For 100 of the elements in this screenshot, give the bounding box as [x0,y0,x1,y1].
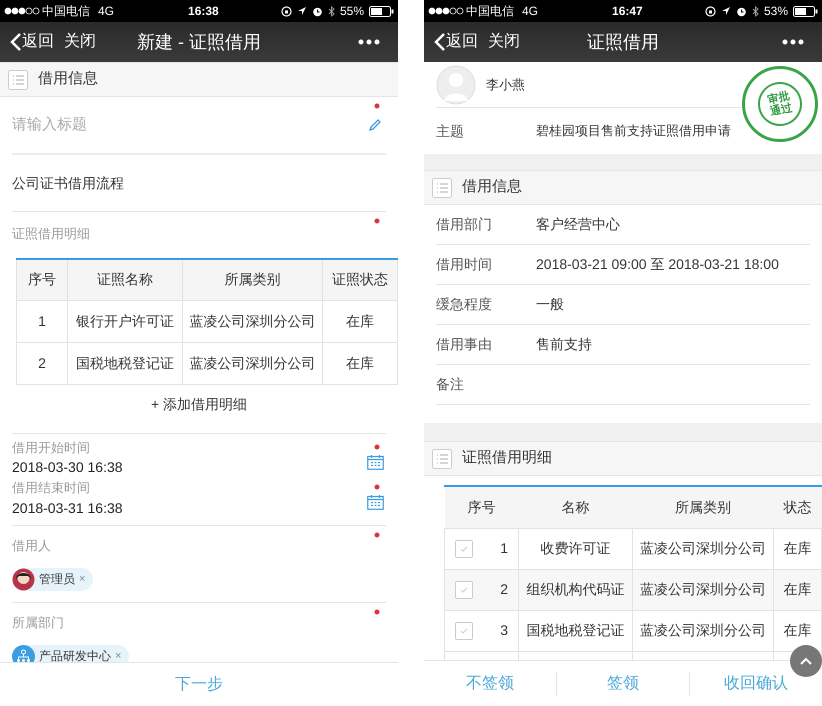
scroll-top-button[interactable] [790,645,822,677]
close-button[interactable]: 关闭 [64,30,96,54]
row-number: 3 [500,621,508,640]
battery-icon [793,6,818,16]
section-title: 借用信息 [38,69,98,90]
rotation-lock-icon [704,6,716,16]
close-button[interactable]: 关闭 [488,30,520,54]
table-cell: 蓝凌公司深圳分公司 [640,622,766,638]
signal-icon [4,7,40,15]
table-cell: 组织机构代码证 [526,581,624,597]
carrier-name: 中国电信 [466,3,514,20]
table-cell: 在库 [784,581,812,597]
bluetooth-icon [752,6,759,16]
row-checkbox[interactable] [455,622,473,640]
signal-icon [428,7,464,15]
field-label: 缓急程度 [436,295,493,314]
alarm-icon [312,6,323,16]
bluetooth-icon [328,6,335,16]
row-checkbox[interactable] [455,580,473,598]
checkmark-icon [460,546,468,552]
row-number: 1 [500,539,508,558]
field-label: 所属部门 [12,614,64,630]
column-header: 状态 [774,487,822,528]
network-type: 4G [522,3,538,20]
pencil-icon [368,118,382,132]
chip-label: 管理员 [39,571,75,588]
person-chip[interactable]: 管理员 × [12,568,94,590]
chevron-up-icon [799,656,813,666]
page-title: 证照借用 [587,30,659,54]
table-cell: 银行开户许可证 [68,300,182,342]
field-label: 备注 [436,375,465,394]
column-header: 序号 [16,260,68,300]
add-detail-link[interactable]: + 添加借用明细 [150,394,248,415]
chevron-left-icon [10,32,22,52]
table-cell: 国税地税登记证 [526,622,624,638]
row-number: 2 [500,580,508,599]
table-cell: 蓝凌公司深圳分公司 [640,581,766,597]
field-value: 一般 [536,295,564,314]
table-cell: 蓝凌公司深圳分公司 [640,540,766,556]
table-cell: 1 [16,300,68,342]
field-label: 借用开始时间 [12,438,91,456]
field-label: 借用人 [12,538,51,552]
table-cell: 在库 [322,342,398,384]
table-cell: 收费许可证 [540,540,610,556]
clock-time: 16:38 [188,3,219,20]
back-button[interactable]: 返回 [10,30,54,54]
battery-percent: 55% [340,3,364,20]
more-icon[interactable] [782,39,804,45]
chevron-left-icon [434,32,446,52]
section-title: 证照借用明细 [462,448,552,468]
checkmark-icon [460,586,468,592]
avatar-icon [436,64,476,104]
section-title: 借用信息 [462,177,522,198]
field-label: 借用时间 [436,255,493,274]
field-value: 2018-03-21 09:00 至 2018-03-21 18:00 [536,255,779,274]
battery-percent: 53% [764,3,788,20]
table-cell: 2 [16,342,68,384]
process-name: 公司证书借用流程 [12,174,124,192]
table-cell: 蓝凌公司深圳分公司 [182,300,322,342]
column-header: 名称 [518,487,632,528]
field-label: 借用事由 [436,335,493,354]
calendar-icon[interactable] [367,454,384,470]
column-header: 所属类别 [632,487,774,528]
list-icon [432,448,452,468]
column-header: 序号 [444,487,518,528]
table-cell: 在库 [784,622,812,638]
back-button[interactable]: 返回 [434,30,478,54]
row-checkbox[interactable] [455,540,473,558]
column-header: 证照状态 [322,260,398,300]
rotation-lock-icon [280,6,292,16]
alarm-icon [736,6,747,16]
field-label: 借用结束时间 [12,479,91,497]
avatar-icon [12,568,35,590]
field-value: 客户经营中心 [536,215,620,234]
org-chart-icon [12,644,35,662]
list-icon [432,178,452,198]
checkmark-icon [460,628,468,634]
department-chip[interactable]: 产品研发中心 × [12,644,130,662]
title-input[interactable]: 请输入标题 [12,114,368,136]
clock-time: 16:47 [612,3,643,20]
field-label: 证照借用明细 [12,226,90,241]
date-value: 2018-03-30 16:38 [12,458,124,477]
chip-label: 产品研发中心 [39,648,111,662]
calendar-icon[interactable] [367,494,384,510]
battery-icon [369,6,394,16]
date-value: 2018-03-31 16:38 [12,498,124,518]
approved-stamp: 审批 通过 [742,66,818,142]
field-value: 售前支持 [536,335,592,354]
table-cell: 蓝凌公司深圳分公司 [182,342,322,384]
table-cell: 在库 [322,300,398,342]
page-title: 新建 - 证照借用 [137,30,261,54]
table-cell: 在库 [784,540,812,556]
more-icon[interactable] [358,39,380,45]
list-icon [8,70,28,90]
carrier-name: 中国电信 [42,3,90,20]
network-type: 4G [98,3,114,20]
location-arrow-icon [296,6,307,16]
field-value: 碧桂园项目售前支持证照借用申请 [536,122,731,140]
field-label: 借用部门 [436,215,493,234]
column-header: 所属类别 [182,260,322,300]
